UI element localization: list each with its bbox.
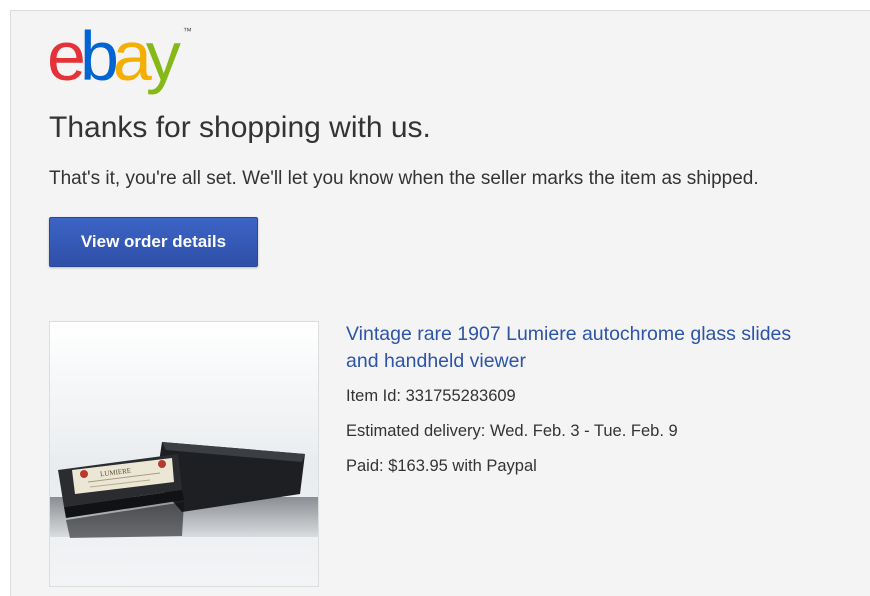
email-body: e b a y ™ Thanks for shopping with us. T… [10, 10, 870, 596]
item-title-link[interactable]: Vintage rare 1907 Lumiere autochrome gla… [346, 321, 816, 375]
lumiere-slides-image: LUMIERE [50, 322, 318, 586]
logo-letter-y: y [145, 17, 181, 95]
item-thumbnail[interactable]: LUMIERE [49, 321, 319, 587]
logo-letter-b: b [79, 17, 119, 95]
trademark-mark: ™ [182, 26, 192, 36]
logo-letter-a: a [112, 17, 152, 95]
view-order-details-button[interactable]: View order details [49, 217, 258, 267]
confirmation-message: That's it, you're all set. We'll let you… [49, 168, 759, 189]
thanks-headline: Thanks for shopping with us. [49, 111, 431, 144]
payment-info: Paid: $163.95 with Paypal [346, 457, 537, 475]
estimated-delivery: Estimated delivery: Wed. Feb. 3 - Tue. F… [346, 422, 678, 440]
logo-letter-e: e [47, 17, 86, 95]
item-id: Item Id: 331755283609 [346, 387, 516, 405]
ebay-logo[interactable]: e b a y ™ [47, 17, 192, 95]
